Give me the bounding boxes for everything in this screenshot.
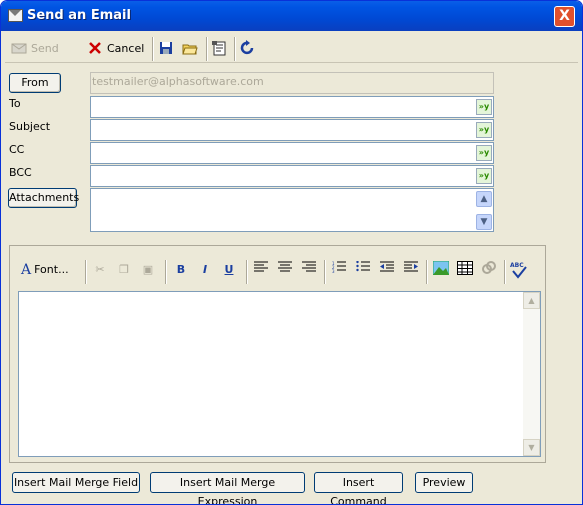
align-right-icon[interactable] <box>300 261 318 279</box>
toolbar-divider <box>152 37 154 61</box>
italic-button[interactable]: I <box>196 261 214 279</box>
bcc-field[interactable]: »y <box>90 165 494 187</box>
subject-field[interactable]: »y <box>90 119 494 141</box>
address-book-icon[interactable]: »y <box>476 145 492 161</box>
message-body-editor[interactable]: ▲ ▼ <box>18 291 541 457</box>
bcc-label: BCC <box>9 166 32 179</box>
open-button[interactable] <box>182 37 198 59</box>
refresh-button[interactable] <box>240 37 256 59</box>
scroll-down-icon[interactable]: ▼ <box>476 214 492 230</box>
cut-icon[interactable]: ✂ <box>91 261 109 279</box>
toolbar-divider <box>504 260 506 284</box>
svg-text:3: 3 <box>332 269 335 273</box>
spell-check-icon[interactable]: ABC <box>509 261 529 279</box>
insert-table-icon[interactable] <box>456 261 474 279</box>
refresh-icon <box>240 40 256 56</box>
close-button[interactable]: X <box>554 6 575 27</box>
save-icon <box>158 40 174 56</box>
insert-link-icon[interactable] <box>480 261 498 279</box>
cc-label: CC <box>9 143 25 156</box>
font-button[interactable]: A Font... <box>21 261 91 279</box>
preview-button[interactable]: Preview <box>415 472 473 493</box>
open-folder-icon <box>182 40 198 56</box>
font-label: Font... <box>34 263 69 276</box>
insert-mail-merge-expression-button[interactable]: Insert Mail Merge Expression <box>150 472 305 504</box>
send-button[interactable]: Send <box>11 37 59 59</box>
insert-mail-merge-field-button[interactable]: Insert Mail Merge Field <box>12 472 140 493</box>
cancel-button[interactable]: Cancel <box>87 37 144 59</box>
decrease-indent-icon[interactable] <box>378 261 396 279</box>
toolbar-divider <box>324 260 326 284</box>
editor-scrollbar[interactable]: ▲ ▼ <box>523 292 540 456</box>
increase-indent-icon[interactable] <box>402 261 420 279</box>
toolbar-divider <box>426 260 428 284</box>
insert-command-button[interactable]: Insert Command <box>314 472 403 504</box>
cc-field[interactable]: »y <box>90 142 494 164</box>
to-label: To <box>9 97 21 110</box>
address-book-icon[interactable]: »y <box>476 122 492 138</box>
scroll-up-icon[interactable]: ▲ <box>476 191 492 207</box>
scroll-up-icon[interactable]: ▲ <box>523 292 540 309</box>
paste-icon[interactable]: ▣ <box>139 261 157 279</box>
address-book-icon[interactable]: »y <box>476 168 492 184</box>
cancel-label: Cancel <box>107 41 145 55</box>
bold-button[interactable]: B <box>172 261 190 279</box>
toolbar-divider <box>165 260 167 284</box>
toolbar-divider <box>85 260 87 284</box>
send-icon <box>11 40 27 56</box>
window-title: Send an Email <box>27 8 131 23</box>
envelope-icon <box>8 9 23 22</box>
toolbar-divider <box>246 260 248 284</box>
numbered-list-icon[interactable]: 123 <box>330 261 348 279</box>
from-button[interactable]: From <box>9 73 61 93</box>
title-bar[interactable]: Send an Email X <box>1 1 582 31</box>
send-email-window: Send an Email X Send Cancel From testmai… <box>0 0 583 505</box>
copy-icon[interactable]: ❐ <box>115 261 133 279</box>
toolbar-divider <box>234 37 236 61</box>
properties-button[interactable] <box>211 37 227 59</box>
send-label: Send <box>31 41 59 55</box>
format-toolbar: A Font... ✂ ❐ ▣ B I U 123 ABC <box>11 257 536 284</box>
subject-label: Subject <box>9 120 51 133</box>
cancel-x-icon <box>87 40 103 56</box>
attachments-field[interactable]: ▲ ▼ <box>90 188 494 232</box>
align-center-icon[interactable] <box>276 261 294 279</box>
toolbar-divider <box>206 37 208 61</box>
bullet-list-icon[interactable] <box>354 260 372 279</box>
to-field[interactable]: »y <box>90 96 494 118</box>
attachments-button[interactable]: Attachments <box>8 188 79 208</box>
from-field: testmailer@alphasoftware.com <box>90 72 494 94</box>
align-left-icon[interactable] <box>252 261 270 279</box>
address-book-icon[interactable]: »y <box>476 99 492 115</box>
scroll-down-icon[interactable]: ▼ <box>523 439 540 456</box>
properties-icon <box>211 40 227 56</box>
save-button[interactable] <box>158 37 174 59</box>
insert-image-icon[interactable] <box>432 260 450 279</box>
underline-button[interactable]: U <box>220 261 238 279</box>
main-toolbar: Send Cancel <box>5 33 578 63</box>
font-a-icon: A <box>21 262 32 278</box>
